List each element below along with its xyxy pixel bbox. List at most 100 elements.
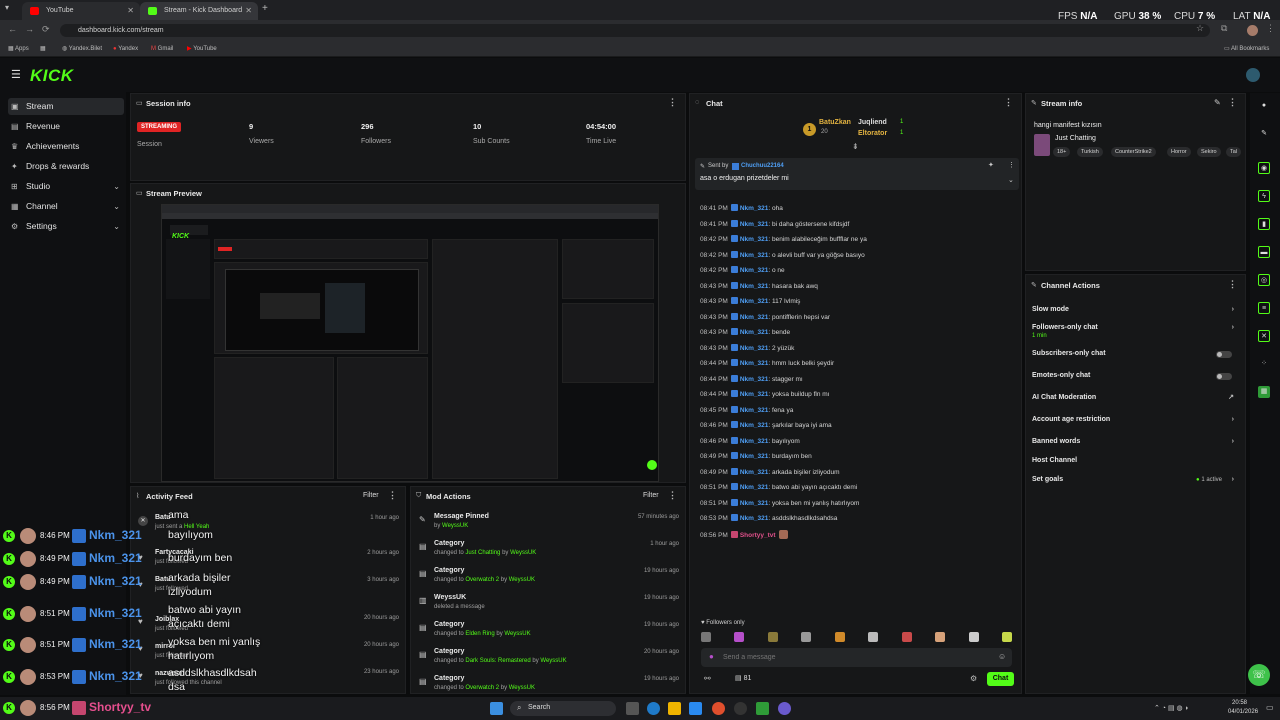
action-set-goals[interactable]: Set goals ● 1 active ›: [1032, 473, 1240, 487]
task-view-icon[interactable]: [626, 702, 639, 715]
filter-button[interactable]: Filter: [363, 492, 379, 499]
more-options-icon[interactable]: ⋮: [1228, 279, 1237, 290]
taskbar-search[interactable]: ⌕ Search: [510, 701, 616, 716]
action-account-age[interactable]: Account age restriction ›: [1032, 413, 1240, 427]
filter-button[interactable]: Filter: [643, 492, 659, 499]
chat-user[interactable]: Nkm_321: [740, 221, 769, 228]
sidebar-item-settings[interactable]: ⚙ Settings ⌄: [8, 218, 124, 235]
extensions-icon[interactable]: ⧉: [1221, 23, 1227, 34]
chat-user[interactable]: Nkm_321: [740, 407, 769, 414]
emote-icon[interactable]: [734, 632, 744, 642]
tab-youtube[interactable]: YouTube ✕: [22, 2, 140, 20]
chat-user[interactable]: Nkm_321: [740, 422, 769, 429]
sidebar-item-channel[interactable]: ▦ Channel ⌄: [8, 198, 124, 215]
avatar[interactable]: [1246, 68, 1260, 82]
obs-icon[interactable]: [734, 702, 747, 715]
more-options-icon[interactable]: ⋮: [1228, 97, 1237, 108]
close-icon[interactable]: ✕: [245, 2, 252, 20]
bookmark-gmail[interactable]: M Gmail: [151, 44, 173, 54]
chrome-icon[interactable]: [712, 702, 725, 715]
chat-user[interactable]: Nkm_321: [740, 329, 769, 336]
bookmark-yandex-bilet[interactable]: ◍ Yandex.Bilet: [62, 44, 102, 54]
emote-icon[interactable]: [868, 632, 878, 642]
chat-user[interactable]: Nkm_321: [740, 391, 769, 398]
action-ai-moderation[interactable]: AI Chat Moderation ↗: [1032, 391, 1240, 405]
tag[interactable]: CounterStrike2: [1111, 147, 1156, 157]
emotes-only-toggle[interactable]: [1216, 373, 1232, 380]
emote-icon[interactable]: [801, 632, 811, 642]
windows-start-icon[interactable]: [490, 702, 503, 715]
more-options-icon[interactable]: ⋮: [1004, 97, 1013, 108]
sidebar-item-revenue[interactable]: ▤ Revenue: [8, 118, 124, 135]
unpin-icon[interactable]: ✦: [988, 161, 994, 169]
tray-icons[interactable]: ⌃ ◔ ▤ ◍ ◗: [1154, 704, 1189, 712]
pencil-icon[interactable]: ✎: [1258, 128, 1270, 140]
tag[interactable]: Tal: [1226, 147, 1242, 157]
chat-user[interactable]: Nkm_321: [740, 469, 769, 476]
forward-icon[interactable]: →: [25, 24, 34, 34]
emote-icon[interactable]: [902, 632, 912, 642]
new-tab-button[interactable]: +: [262, 3, 268, 14]
server-icon[interactable]: ≡: [1258, 302, 1270, 314]
file-icon[interactable]: ▮: [1258, 218, 1270, 230]
kick-logo[interactable]: KICK: [30, 66, 74, 86]
action-emotes-only[interactable]: Emotes-only chat: [1032, 369, 1240, 383]
hamburger-menu-icon[interactable]: ☰: [11, 68, 21, 81]
eye-icon[interactable]: ◉: [1258, 162, 1270, 174]
action-subscribers-only[interactable]: Subscribers-only chat: [1032, 347, 1240, 361]
close-icon[interactable]: ✕: [127, 2, 134, 20]
apps-icon[interactable]: ▦: [1258, 386, 1270, 398]
explorer-icon[interactable]: [668, 702, 681, 715]
chat-user[interactable]: Nkm_321: [740, 453, 769, 460]
tab-kick-dashboard[interactable]: Stream - Kick Dashboard ✕: [140, 2, 258, 20]
more-options-icon[interactable]: ⋮: [668, 490, 677, 501]
emote-icon[interactable]: [835, 632, 845, 642]
more-options-icon[interactable]: ⋮: [388, 490, 397, 501]
action-host-channel[interactable]: Host Channel: [1032, 454, 1240, 468]
chat-user[interactable]: Nkm_321: [740, 298, 769, 305]
tools-icon[interactable]: ✕: [1258, 330, 1270, 342]
emote-icon[interactable]: [969, 632, 979, 642]
subscribers-only-toggle[interactable]: [1216, 351, 1232, 358]
url-field[interactable]: dashboard.kick.com/stream: [60, 24, 1210, 37]
mic-icon[interactable]: ●: [709, 652, 714, 661]
notification-icon[interactable]: ▭: [1266, 703, 1274, 712]
chat-user[interactable]: Nkm_321: [740, 345, 769, 352]
bookmark-apps[interactable]: ▦ Apps: [8, 44, 29, 54]
bolt-icon[interactable]: ϟ: [1258, 190, 1270, 202]
sidebar-item-achievements[interactable]: ♛ Achievements: [8, 138, 124, 155]
tag[interactable]: Turkish: [1077, 147, 1103, 157]
chat-user[interactable]: Nkm_321: [740, 376, 769, 383]
emoji-icon[interactable]: ☺: [998, 652, 1006, 661]
emote-icon[interactable]: [935, 632, 945, 642]
back-icon[interactable]: ←: [8, 24, 17, 34]
emote-icon[interactable]: [1002, 632, 1012, 642]
reload-icon[interactable]: ⟳: [42, 24, 50, 35]
tag[interactable]: Sekiro: [1197, 147, 1221, 157]
pencil-icon[interactable]: ✎: [1214, 98, 1221, 107]
app-icon[interactable]: [756, 702, 769, 715]
chat-user[interactable]: Nkm_321: [740, 360, 769, 367]
all-bookmarks[interactable]: ▭ All Bookmarks: [1224, 44, 1269, 54]
chat-bubble-icon[interactable]: ▬: [1258, 246, 1270, 258]
action-followers-only[interactable]: Followers-only chat ›: [1032, 321, 1240, 335]
more-options-icon[interactable]: ⋮: [1008, 161, 1015, 169]
stream-preview-video[interactable]: KICK: [161, 204, 659, 482]
broadcast-icon[interactable]: ◎: [1258, 274, 1270, 286]
tag[interactable]: 18+: [1053, 147, 1071, 157]
chat-user[interactable]: Nkm_321: [740, 252, 769, 259]
settings-icon[interactable]: ⚯: [704, 674, 711, 683]
chevron-down-icon[interactable]: ⌄: [1008, 176, 1014, 184]
action-slow-mode[interactable]: Slow mode ›: [1032, 303, 1240, 317]
chat-support-icon[interactable]: ☏: [1248, 664, 1270, 686]
bookmark-yandex[interactable]: ● Yandex: [113, 44, 138, 54]
chat-user[interactable]: Nkm_321: [740, 484, 769, 491]
gear-icon[interactable]: ⚙: [970, 674, 977, 683]
chat-user[interactable]: Nkm_321: [740, 205, 769, 212]
chat-user[interactable]: Nkm_321: [740, 500, 769, 507]
info-icon[interactable]: ●: [1258, 100, 1270, 112]
chat-user[interactable]: Shortyy_tvt: [740, 532, 776, 539]
emote-icon[interactable]: [701, 632, 711, 642]
grid-icon[interactable]: ▦: [40, 44, 46, 54]
chat-user[interactable]: Nkm_321: [740, 314, 769, 321]
